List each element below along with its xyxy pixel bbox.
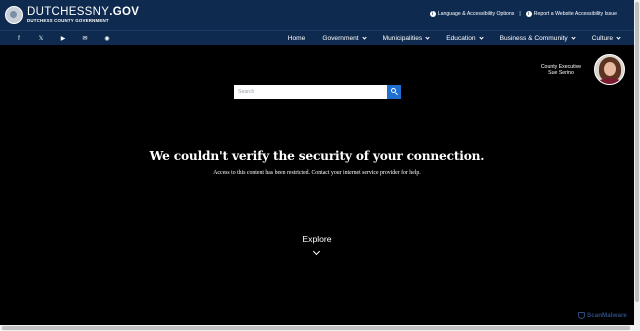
page: DUTCHESSNY.GOV DUTCHESS COUNTY GOVERNMEN… (0, 0, 640, 331)
error-subline: Access to this content has been restrict… (213, 170, 421, 176)
youtube-icon[interactable]: ▶ (52, 35, 74, 42)
main-nav: Home Government Municipalities Education Bus… (271, 31, 621, 46)
nav-item-government[interactable]: Government (322, 35, 367, 42)
vertical-scroll-thumb[interactable] (635, 2, 639, 302)
chevron-down-icon (425, 35, 430, 40)
logo-text: DUTCHESSNY.GOV DUTCHESS COUNTY GOVERNMEN… (27, 5, 140, 24)
report-accessibility-link[interactable]: ! Report a Website Accessibility Issue (525, 11, 617, 17)
nav-item-label: Business & Community (499, 35, 568, 42)
error-headline: We couldn't verify the security of your … (149, 149, 485, 163)
nav-item-label: Municipalities (382, 35, 423, 42)
county-executive[interactable]: County Executive Sue Serino (533, 64, 589, 77)
chevron-down-icon (362, 35, 367, 40)
nav-item-label: Home (287, 35, 306, 42)
nav-item-municipalities[interactable]: Municipalities (383, 35, 430, 42)
rss-icon[interactable]: ◉ (96, 35, 118, 42)
nav-item-home[interactable]: Home (288, 35, 306, 42)
vertical-scrollbar[interactable] (634, 0, 640, 331)
explore-button[interactable]: Explore (277, 234, 357, 244)
language-accessibility-label: Language & Accessibility Options (437, 11, 515, 17)
nav-item-education[interactable]: Education (446, 35, 484, 42)
utility-links: i Language & Accessibility Options | ! R… (429, 11, 617, 17)
nav-item-label: Culture (591, 35, 613, 42)
alert-icon: ! (525, 11, 532, 17)
chevron-down-icon (571, 35, 576, 40)
nav-item-label: Education (446, 35, 476, 42)
search-bar (234, 85, 401, 99)
chevron-down-icon (616, 35, 621, 40)
social-links: f 𝕏 ▶ ✉ ◉ (8, 31, 118, 46)
chevron-down-icon[interactable] (312, 247, 321, 256)
main-navbar: f 𝕏 ▶ ✉ ◉ Home Government Municipalities Educat… (0, 30, 634, 45)
executive-name: Sue Serino (548, 70, 574, 77)
chevron-down-icon (478, 35, 484, 40)
county-seal-icon (5, 6, 23, 24)
utility-separator: | (519, 11, 521, 17)
email-icon[interactable]: ✉ (74, 35, 96, 42)
report-accessibility-label: Report a Website Accessibility Issue (533, 11, 617, 17)
executive-photo[interactable] (594, 54, 625, 85)
site-logo[interactable]: DUTCHESSNY.GOV DUTCHESS COUNTY GOVERNMEN… (5, 6, 139, 24)
logo-subtitle: DUTCHESS COUNTY GOVERNMENT (27, 18, 109, 24)
watermark-text: ScanMalware (587, 312, 627, 319)
language-accessibility-link[interactable]: i Language & Accessibility Options (429, 11, 515, 17)
nav-item-label: Government (322, 35, 359, 42)
info-icon: i (429, 11, 436, 17)
logo-main-light: DUTCHESSNY (27, 5, 110, 18)
nav-item-business-community[interactable]: Business & Community (499, 35, 576, 42)
x-twitter-icon[interactable]: 𝕏 (30, 35, 52, 42)
search-button[interactable] (387, 85, 401, 99)
horizontal-scrollbar[interactable] (0, 325, 634, 331)
search-input[interactable] (234, 85, 387, 99)
top-header: DUTCHESSNY.GOV DUTCHESS COUNTY GOVERNMEN… (0, 0, 634, 30)
scanmalware-watermark: ScanMalware (578, 312, 627, 319)
facebook-icon[interactable]: f (8, 36, 30, 42)
shield-icon (578, 312, 585, 319)
logo-main-bold: .GOV (109, 5, 140, 18)
nav-item-culture[interactable]: Culture (591, 35, 621, 42)
horizontal-scroll-thumb[interactable] (2, 326, 630, 330)
